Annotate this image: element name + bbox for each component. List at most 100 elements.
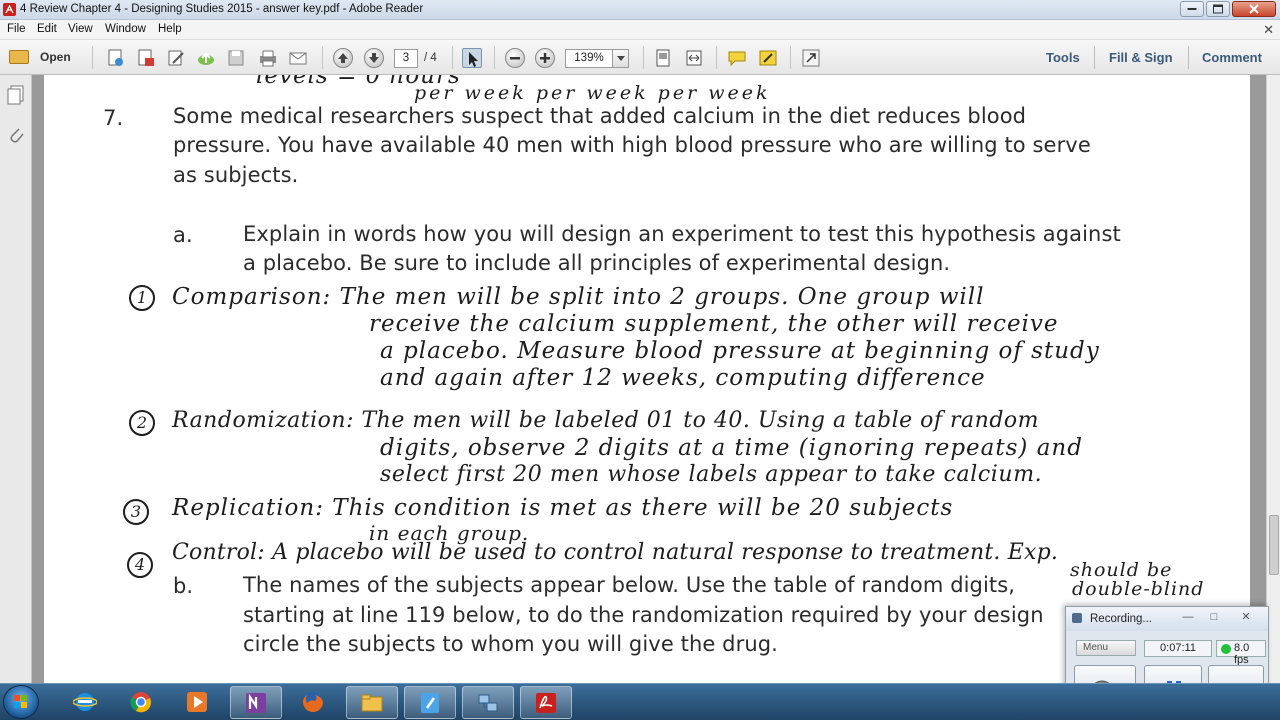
recorder-minimize-button[interactable]: —: [1178, 611, 1198, 625]
save-icon[interactable]: [226, 48, 246, 68]
handwritten-answer: double-blind: [1072, 578, 1205, 600]
handwritten-answer: and again after 12 weeks, computing diff…: [380, 365, 986, 391]
adobe-reader-icon: [3, 3, 16, 16]
zoom-in-button[interactable]: [535, 48, 555, 68]
part-text: The names of the subjects appear below. …: [243, 573, 1016, 597]
windows-logo-icon: [14, 695, 27, 708]
cloud-upload-icon[interactable]: [196, 48, 216, 68]
attachments-icon[interactable]: [7, 125, 25, 145]
taskbar-file-explorer[interactable]: [346, 686, 398, 719]
answer-number-circle: 3: [123, 499, 149, 525]
minimize-button[interactable]: [1180, 1, 1204, 17]
part-text: Explain in words how you will design an …: [243, 222, 1121, 246]
open-button[interactable]: Open: [6, 46, 80, 69]
question-text: Some medical researchers suspect that ad…: [173, 104, 1027, 128]
question-text: as subjects.: [173, 163, 299, 187]
window-title: 4 Review Chapter 4 - Designing Studies 2…: [20, 3, 424, 15]
chrome-icon: [130, 692, 151, 713]
toolbar-separator: [92, 46, 93, 69]
taskbar-chrome[interactable]: [116, 686, 168, 719]
part-text: circle the subjects to whom you will giv…: [243, 632, 778, 656]
media-player-icon: [187, 692, 207, 712]
fit-width-icon[interactable]: [684, 48, 704, 68]
edit-pdf-icon[interactable]: [166, 48, 186, 68]
question-number: 7.: [103, 106, 124, 130]
handwritten-answer: a placebo. Measure blood pressure at beg…: [380, 338, 1100, 364]
toolbar-separator: [1188, 46, 1189, 69]
highlight-icon[interactable]: [758, 48, 778, 68]
page-total: / 4: [424, 52, 437, 64]
answer-number-circle: 2: [129, 410, 155, 436]
answer-number-circle: 4: [127, 552, 153, 578]
zoom-out-button[interactable]: [505, 48, 525, 68]
menu-bar: File Edit View Window Help ✕: [0, 20, 1280, 40]
taskbar-firefox[interactable]: [288, 686, 340, 719]
handwritten-answer: digits, observe 2 digits at a time (igno…: [380, 435, 1083, 461]
folder-icon: [9, 50, 29, 64]
taskbar-network-app[interactable]: [462, 686, 514, 719]
export-pdf-icon[interactable]: [136, 48, 156, 68]
taskbar-onenote[interactable]: [230, 686, 282, 719]
taskbar-notepad[interactable]: [404, 686, 456, 719]
navigation-pane: [0, 75, 32, 683]
email-icon[interactable]: [288, 48, 308, 68]
recorder-title-bar: Recording... — □ ✕: [1066, 607, 1268, 631]
start-button[interactable]: [3, 685, 39, 719]
menu-edit[interactable]: Edit: [37, 23, 57, 35]
comment-pane-link[interactable]: Comment: [1202, 50, 1262, 65]
tools-pane-link[interactable]: Tools: [1046, 50, 1080, 65]
toolbar-separator: [452, 46, 453, 69]
recording-fps: 8.0 fps: [1216, 640, 1266, 666]
network-icon: [478, 694, 498, 712]
fill-sign-pane-link[interactable]: Fill & Sign: [1109, 50, 1173, 65]
handwritten-answer: Replication: This condition is met as th…: [172, 495, 954, 521]
toolbar: Open 3 / 4 139% Tools Fill & Sign Commen…: [0, 40, 1280, 75]
internet-explorer-icon: [73, 693, 97, 711]
handwritten-answer: Comparison: The men will be split into 2…: [172, 284, 985, 310]
recorder-title: Recording...: [1090, 613, 1153, 625]
maximize-button[interactable]: [1206, 1, 1230, 17]
expand-icon[interactable]: [801, 48, 821, 68]
taskbar-media-player[interactable]: [172, 686, 224, 719]
pdf-page[interactable]: levels = 0 hours per week per week per w…: [44, 75, 1250, 683]
recorder-close-button[interactable]: ✕: [1236, 611, 1256, 625]
zoom-level-input[interactable]: 139%: [565, 49, 613, 68]
previous-page-button[interactable]: [333, 48, 353, 68]
taskbar-internet-explorer[interactable]: [60, 686, 112, 719]
scrollbar-thumb[interactable]: [1269, 515, 1279, 575]
menu-file[interactable]: File: [7, 23, 26, 35]
vertical-scrollbar[interactable]: [1266, 75, 1280, 683]
menu-view[interactable]: View: [68, 23, 93, 35]
part-text: starting at line 119 below, to do the ra…: [243, 603, 1044, 627]
recorder-menu-dropdown[interactable]: Menu: [1076, 640, 1136, 656]
toolbar-separator: [1094, 46, 1095, 69]
folder-icon: [361, 694, 383, 712]
onenote-icon: [246, 693, 266, 713]
recorder-maximize-button[interactable]: □: [1204, 611, 1224, 625]
sticky-note-icon[interactable]: [727, 48, 747, 68]
menu-help[interactable]: Help: [158, 23, 182, 35]
toolbar-separator: [322, 46, 323, 69]
toolbar-separator: [643, 46, 644, 69]
menu-window[interactable]: Window: [105, 23, 146, 35]
create-pdf-icon[interactable]: [106, 48, 126, 68]
handwritten-answer: receive the calcium supplement, the othe…: [369, 311, 1059, 337]
toolbar-separator: [494, 46, 495, 69]
handwritten-answer: select first 20 men whose labels appear …: [380, 462, 1043, 487]
page-thumbnails-icon[interactable]: [7, 85, 25, 105]
close-document-icon[interactable]: ✕: [1263, 22, 1274, 38]
taskbar-adobe-reader[interactable]: [520, 686, 572, 719]
next-page-button[interactable]: [364, 48, 384, 68]
print-icon[interactable]: [258, 48, 278, 68]
answer-number-circle: 1: [129, 285, 155, 311]
document-gutter-left: [32, 75, 44, 683]
recording-status-icon: [1221, 644, 1231, 654]
close-button[interactable]: [1232, 1, 1276, 17]
firefox-icon: [303, 692, 323, 712]
toolbar-separator: [716, 46, 717, 69]
zoom-dropdown[interactable]: [612, 49, 629, 68]
fit-page-icon[interactable]: [653, 48, 673, 68]
select-cursor-icon[interactable]: [462, 48, 482, 68]
page-number-input[interactable]: 3: [394, 49, 418, 68]
part-text: a placebo. Be sure to include all princi…: [243, 251, 951, 275]
